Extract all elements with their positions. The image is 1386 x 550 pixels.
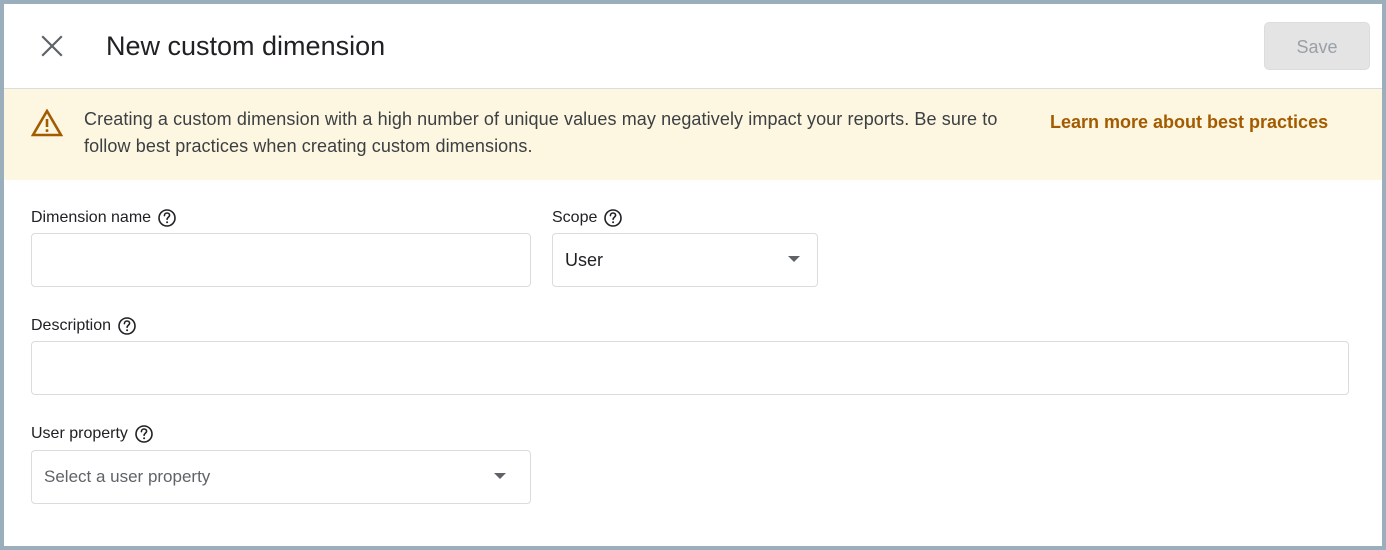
dropdown-arrow-icon bbox=[788, 256, 800, 262]
help-icon[interactable] bbox=[117, 316, 137, 336]
description-input[interactable] bbox=[32, 342, 1348, 394]
dialog-header: New custom dimension Save bbox=[4, 4, 1382, 89]
user-property-placeholder: Select a user property bbox=[44, 467, 211, 486]
scope-label: Scope bbox=[552, 209, 598, 226]
warning-icon bbox=[31, 109, 63, 137]
dimension-name-field[interactable] bbox=[31, 233, 531, 287]
banner-message: Creating a custom dimension with a high … bbox=[84, 109, 998, 156]
help-icon[interactable] bbox=[603, 208, 623, 228]
scope-label-group: Scope bbox=[552, 208, 623, 228]
dropdown-arrow-icon bbox=[494, 473, 506, 479]
description-label-group: Description bbox=[31, 316, 137, 336]
dimension-name-input[interactable] bbox=[32, 234, 530, 286]
user-property-label: User property bbox=[31, 425, 128, 442]
save-button[interactable]: Save bbox=[1264, 22, 1370, 70]
dimension-name-label: Dimension name bbox=[31, 209, 152, 226]
help-icon[interactable] bbox=[134, 424, 154, 444]
learn-more-link[interactable]: Learn more about best practices bbox=[1050, 109, 1328, 135]
dialog-title: New custom dimension bbox=[106, 31, 386, 61]
close-icon bbox=[41, 35, 63, 57]
warning-banner: Creating a custom dimension with a high … bbox=[4, 89, 1382, 180]
user-property-label-group: User property bbox=[31, 424, 154, 444]
scope-selected-value: User bbox=[565, 250, 604, 270]
scope-select[interactable]: User bbox=[552, 233, 818, 287]
dialog: New custom dimension Save Creating a cus… bbox=[4, 4, 1382, 546]
user-property-select[interactable]: Select a user property bbox=[31, 450, 531, 504]
help-icon[interactable] bbox=[157, 208, 177, 228]
dimension-name-label-group: Dimension name bbox=[31, 208, 177, 228]
close-button[interactable] bbox=[34, 28, 70, 64]
description-field[interactable] bbox=[31, 341, 1349, 395]
description-label: Description bbox=[31, 317, 112, 334]
